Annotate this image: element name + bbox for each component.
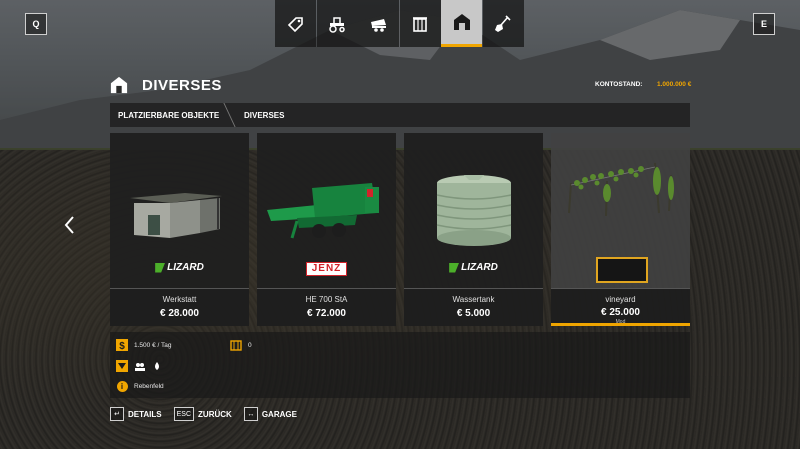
brand-logo: LIZARD — [404, 262, 543, 276]
brand-name: LIZARD — [461, 262, 498, 273]
item-card-he700[interactable]: JENZ HE 700 StA € 72.000 — [257, 133, 396, 326]
fruit-types-row — [116, 360, 170, 372]
balance-label: KONTOSTAND: — [595, 81, 643, 88]
tractor-icon — [329, 16, 345, 33]
page-header: DIVERSES — [110, 76, 222, 94]
item-name: HE 700 StA — [305, 295, 348, 304]
item-image: LIZARD — [404, 133, 543, 288]
wood-chipper-icon — [267, 183, 379, 239]
brand-logo: LIZARD — [110, 262, 249, 276]
brand-logo: JENZ — [257, 262, 396, 276]
garage-label: GARAGE — [261, 409, 297, 419]
balance: KONTOSTAND: 1.000.000 € — [595, 81, 691, 88]
barn-icon — [110, 76, 128, 94]
trailer-icon — [370, 18, 386, 32]
item-details-panel: $ 1.500 € / Tag 0 i Rebenfeld — [110, 332, 690, 398]
garage-button[interactable]: ↔ GARAGE — [243, 407, 297, 421]
item-card-werkstatt[interactable]: LIZARD Werkstatt € 28.000 — [110, 133, 249, 326]
next-category-key[interactable]: E — [753, 13, 775, 35]
capacity-value: 0 — [248, 341, 252, 349]
back-label: ZURÜCK — [198, 409, 232, 419]
chevron-left-icon[interactable] — [62, 214, 76, 236]
mod-author-logo — [596, 257, 648, 283]
item-price: € 5.000 — [456, 308, 491, 319]
breadcrumb-placeables[interactable]: PLATZIERBARE OBJEKTE — [110, 103, 226, 127]
upkeep-row: $ 1.500 € / Tag — [116, 339, 171, 351]
water-tank-icon — [436, 175, 512, 246]
tab-storage[interactable] — [399, 0, 441, 47]
price-tag-icon — [287, 16, 303, 32]
description-row: i Rebenfeld — [116, 380, 164, 392]
prev-category-key[interactable]: Q — [25, 13, 47, 35]
bottle-icon — [134, 360, 146, 372]
item-price: € 28.000 — [160, 308, 199, 319]
page-title: DIVERSES — [142, 76, 222, 94]
tab-key: ↔ — [243, 407, 258, 421]
vineyard-icon — [568, 162, 674, 217]
mod-badge: Mod — [615, 319, 626, 325]
details-button[interactable]: ↵ DETAILS — [110, 407, 162, 421]
item-name: vineyard — [605, 295, 636, 304]
brand-name: JENZ — [305, 262, 348, 276]
item-price: € 25.000 — [601, 307, 640, 318]
balance-value: 1.000.000 € — [657, 81, 692, 88]
money-icon: $ — [116, 339, 128, 351]
item-list: LIZARD Werkstatt € 28.000 JENZ HE 700 St… — [110, 133, 690, 326]
item-card-wassertank[interactable]: LIZARD Wassertank € 5.000 — [404, 133, 543, 326]
grape-icon — [116, 360, 128, 372]
workshop-icon — [130, 193, 222, 238]
item-image: LIZARD — [110, 133, 249, 288]
barn-icon — [453, 14, 470, 30]
item-name: Wassertank — [452, 295, 495, 304]
capacity-row: 0 — [230, 339, 252, 351]
item-image: JENZ — [257, 133, 396, 288]
enter-key: ↵ — [110, 407, 124, 421]
breadcrumb: PLATZIERBARE OBJEKTE DIVERSES — [110, 103, 690, 127]
brand-name: LIZARD — [167, 262, 204, 273]
esc-key: ESC — [173, 407, 195, 421]
item-card-vineyard[interactable]: vineyard € 25.000 Mod — [551, 133, 690, 326]
tab-landscaping[interactable] — [482, 0, 524, 47]
tab-vehicles[interactable] — [316, 0, 358, 47]
info-icon: i — [116, 380, 128, 392]
tab-sell[interactable] — [275, 0, 316, 47]
tab-tools[interactable] — [358, 0, 399, 47]
item-image — [551, 133, 690, 288]
back-button[interactable]: ESC ZURÜCK — [173, 407, 232, 421]
top-bar: Q E — [0, 0, 800, 48]
category-tabs — [275, 0, 524, 47]
item-price: € 72.000 — [307, 308, 346, 319]
tab-placeables[interactable] — [441, 0, 482, 47]
water-drop-icon — [152, 360, 164, 372]
storage-icon — [230, 339, 242, 351]
silo-icon — [413, 16, 427, 32]
svg-text:$: $ — [119, 341, 125, 351]
shovel-icon — [495, 14, 511, 32]
item-name: Werkstatt — [162, 295, 197, 304]
description-text: Rebenfeld — [134, 382, 164, 390]
breadcrumb-diverses: DIVERSES — [244, 110, 285, 120]
upkeep-value: 1.500 € / Tag — [134, 341, 172, 349]
details-label: DETAILS — [128, 409, 162, 419]
footer-actions: ↵ DETAILS ESC ZURÜCK ↔ GARAGE — [110, 407, 309, 421]
